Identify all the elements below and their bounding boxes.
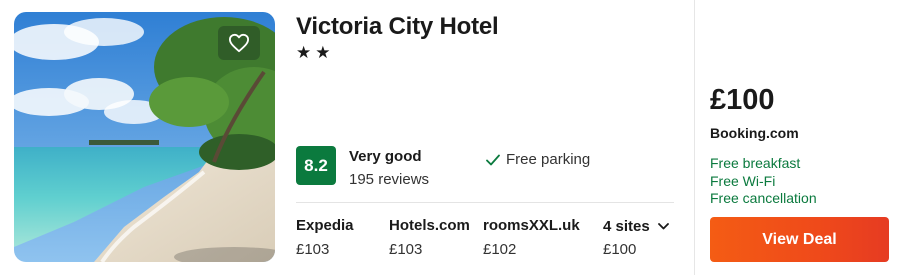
heart-icon: [229, 33, 249, 53]
rating-score-badge: 8.2: [296, 146, 336, 185]
view-deal-button[interactable]: View Deal: [710, 217, 889, 262]
perk-item: Free breakfast: [710, 155, 801, 171]
deal-provider: Booking.com: [710, 125, 799, 141]
amenity-item: Free parking: [486, 151, 590, 168]
hotel-name[interactable]: Victoria City Hotel: [296, 13, 499, 41]
more-sites-price: £100: [603, 241, 637, 258]
site-price-roomsxxl[interactable]: roomsXXL.uk £102: [483, 217, 580, 258]
perk-item: Free Wi-Fi: [710, 172, 776, 189]
chevron-down-icon: [657, 223, 669, 230]
site-price: £103: [296, 241, 330, 258]
more-sites-price-container: 4 sites £100: [603, 217, 650, 258]
favorite-button[interactable]: [218, 26, 260, 60]
site-name: roomsXXL.uk: [483, 217, 580, 234]
rating-label: Very good: [349, 148, 422, 165]
hotel-result-card[interactable]: Victoria City Hotel ★★ 8.2 Very good 195…: [0, 0, 905, 275]
site-price: £102: [483, 241, 517, 258]
hotel-star-rating: ★★: [296, 43, 335, 62]
perk-item: Free cancellation: [710, 190, 817, 206]
site-name: Expedia: [296, 217, 354, 234]
review-count[interactable]: 195 reviews: [349, 171, 429, 188]
best-price: £100: [710, 84, 775, 116]
site-price-hotels-com[interactable]: Hotels.com £103: [389, 217, 470, 258]
amenity-label: Free parking: [506, 151, 591, 168]
check-icon: [486, 154, 500, 165]
site-price-expedia[interactable]: Expedia £103: [296, 217, 354, 258]
divider: [296, 202, 674, 203]
deal-perks-list: Free breakfast Free Wi-Fi Free cancellat…: [710, 155, 817, 208]
site-name: Hotels.com: [389, 217, 470, 234]
site-price: £103: [389, 241, 423, 258]
column-divider: [694, 0, 695, 275]
